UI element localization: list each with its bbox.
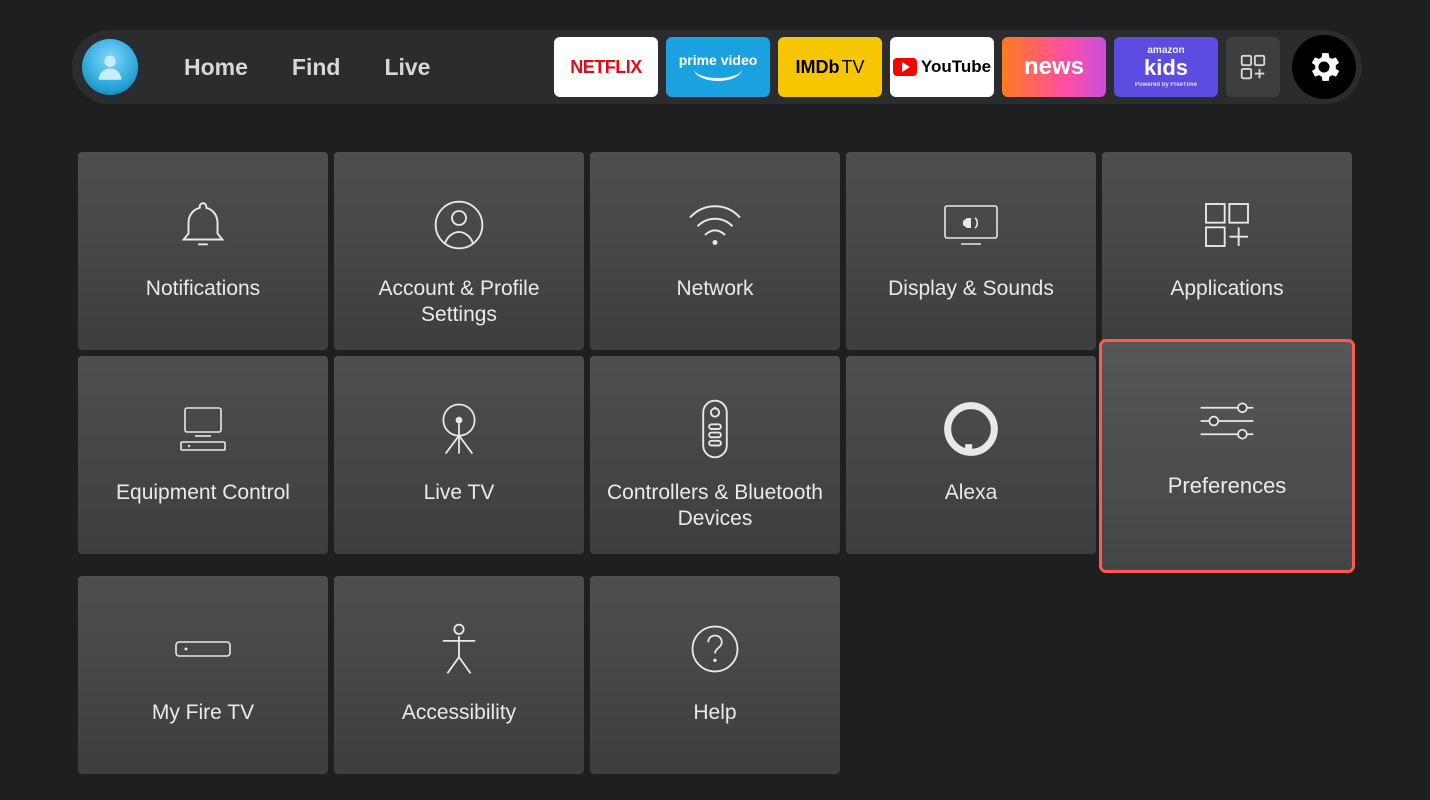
tile-help[interactable]: Help — [590, 576, 840, 774]
tile-label: Notifications — [132, 276, 274, 302]
antenna-icon — [432, 396, 486, 462]
tile-alexa[interactable]: Alexa — [846, 356, 1096, 554]
tile-applications[interactable]: Applications — [1102, 152, 1352, 350]
sliders-icon — [1194, 388, 1260, 454]
gear-icon — [1305, 48, 1343, 86]
tile-label: Alexa — [931, 480, 1012, 506]
kids-sub: Powered by FreeTime — [1135, 82, 1197, 89]
app-news[interactable]: news — [1002, 37, 1106, 97]
top-navbar: Home Find Live NETFLIX prime video IMDbT… — [72, 30, 1362, 104]
accessibility-icon — [435, 616, 483, 682]
bell-icon — [174, 192, 232, 258]
tile-accessibility[interactable]: Accessibility — [334, 576, 584, 774]
apps-grid-plus-icon — [1238, 52, 1268, 82]
nav-home[interactable]: Home — [184, 54, 248, 81]
tile-my-fire-tv[interactable]: My Fire TV — [78, 576, 328, 774]
tile-label: Applications — [1156, 276, 1297, 302]
tile-display-sounds[interactable]: Display & Sounds — [846, 152, 1096, 350]
tile-label: Equipment Control — [102, 480, 304, 506]
nav-links: Home Find Live — [184, 54, 430, 81]
settings-gear-button[interactable] — [1292, 35, 1356, 99]
equipment-icon — [171, 396, 235, 462]
display-sound-icon — [939, 192, 1003, 258]
nav-app-tiles: NETFLIX prime video IMDbTV YouTube news … — [554, 35, 1356, 99]
app-amazon-kids[interactable]: amazon kids Powered by FreeTime — [1114, 37, 1218, 97]
imdb-bold: IMDb — [795, 57, 839, 78]
wifi-icon — [685, 192, 745, 258]
youtube-play-icon — [893, 58, 917, 76]
firetv-box-icon — [170, 616, 236, 682]
tile-label: Accessibility — [388, 700, 530, 726]
tile-notifications[interactable]: Notifications — [78, 152, 328, 350]
tile-label: Controllers & Bluetooth Devices — [590, 480, 840, 533]
tile-label: Preferences — [1154, 472, 1301, 500]
app-youtube[interactable]: YouTube — [890, 37, 994, 97]
tile-preferences[interactable]: Preferences — [1102, 342, 1352, 570]
apps-more-button[interactable] — [1226, 37, 1280, 97]
alexa-icon — [943, 396, 999, 462]
nav-live[interactable]: Live — [384, 54, 430, 81]
tile-label: My Fire TV — [138, 700, 268, 726]
app-imdb-tv[interactable]: IMDbTV — [778, 37, 882, 97]
app-prime-video[interactable]: prime video — [666, 37, 770, 97]
app-netflix[interactable]: NETFLIX — [554, 37, 658, 97]
tile-label: Help — [679, 700, 750, 726]
tile-label: Live TV — [410, 480, 509, 506]
tile-account-profile[interactable]: Account & Profile Settings — [334, 152, 584, 350]
tile-network[interactable]: Network — [590, 152, 840, 350]
kids-word: kids — [1144, 56, 1188, 80]
youtube-label: YouTube — [921, 57, 991, 77]
nav-find[interactable]: Find — [292, 54, 341, 81]
tile-label: Network — [662, 276, 767, 302]
tile-label: Account & Profile Settings — [334, 276, 584, 329]
tile-controllers-bluetooth[interactable]: Controllers & Bluetooth Devices — [590, 356, 840, 554]
account-icon — [431, 192, 487, 258]
tile-equipment-control[interactable]: Equipment Control — [78, 356, 328, 554]
prime-video-label: prime video — [679, 53, 758, 67]
apps-grid-icon — [1199, 192, 1255, 258]
help-icon — [688, 616, 742, 682]
settings-grid: Notifications Account & Profile Settings… — [78, 152, 1352, 774]
profile-avatar[interactable] — [82, 39, 138, 95]
imdb-light: TV — [841, 57, 864, 78]
tile-live-tv[interactable]: Live TV — [334, 356, 584, 554]
profile-icon — [93, 50, 127, 84]
prime-swoosh-icon — [694, 69, 742, 81]
remote-icon — [698, 396, 732, 462]
tile-label: Display & Sounds — [874, 276, 1068, 302]
kids-brand: amazon — [1147, 45, 1184, 56]
